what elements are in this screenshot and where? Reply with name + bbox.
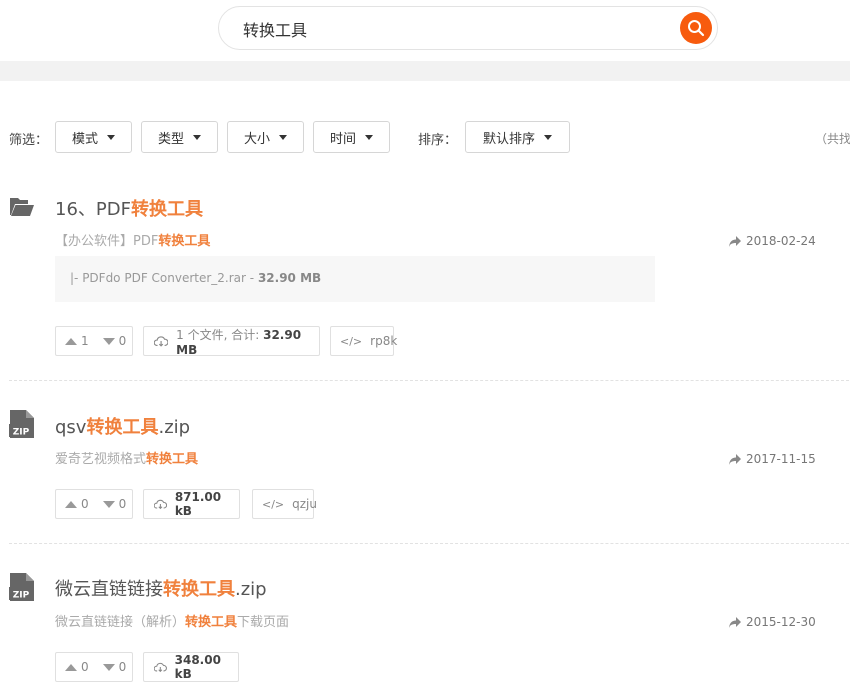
desc-text: 【办公软件】PDF <box>55 234 159 249</box>
result-title-link[interactable]: 16、PDF转换工具 <box>55 195 203 221</box>
caret-down-icon <box>193 134 201 140</box>
caret-down-icon <box>544 134 552 140</box>
vote-button[interactable]: 0 0 <box>55 652 133 682</box>
divider <box>9 380 849 381</box>
extract-code-button[interactable]: </> rp8k <box>330 326 398 356</box>
down-count: 0 <box>118 660 127 674</box>
filter-mode-dropdown[interactable]: 模式 <box>55 121 132 153</box>
search-box[interactable] <box>218 6 718 50</box>
desc-highlight: 转换工具 <box>146 452 199 467</box>
filter-time-dropdown[interactable]: 时间 <box>313 121 390 153</box>
zip-label: ZIP <box>13 591 30 601</box>
caret-down-icon <box>107 134 115 140</box>
cloud-download-icon <box>154 499 167 510</box>
thumb-down-icon <box>102 500 115 508</box>
result-title-link[interactable]: 微云直链链接转换工具.zip <box>55 575 267 601</box>
zip-label: ZIP <box>13 428 30 438</box>
cloud-download-icon <box>154 336 169 347</box>
up-count: 1 <box>81 334 89 348</box>
thumb-down-icon <box>102 663 115 671</box>
sort-dropdown[interactable]: 默认排序 <box>465 121 570 153</box>
title-highlight: 转换工具 <box>163 579 235 600</box>
divider <box>9 543 849 544</box>
filter-mode-label: 模式 <box>71 131 98 147</box>
filter-type-label: 类型 <box>157 131 184 147</box>
desc-text: 爱奇艺视频格式 <box>55 452 147 467</box>
file-count-text: 1 个文件, 合计: <box>176 327 264 342</box>
share-icon <box>729 235 741 247</box>
desc-suffix: 下载页面 <box>237 615 290 630</box>
title-highlight: 转换工具 <box>130 199 203 220</box>
header-band <box>0 61 850 81</box>
total-size: 348.00 kB <box>174 653 221 681</box>
title-text: qsv <box>55 417 87 438</box>
zip-file-icon: ZIP <box>9 410 34 438</box>
total-size: 871.00 kB <box>174 490 222 518</box>
desc-text: 微云直链链接（解析） <box>55 615 186 630</box>
download-info-button[interactable]: 871.00 kB <box>143 489 240 519</box>
filter-type-dropdown[interactable]: 类型 <box>141 121 218 153</box>
down-count: 0 <box>118 497 127 511</box>
thumb-up-icon <box>65 500 77 508</box>
search-button[interactable] <box>680 12 712 44</box>
code-icon: </> <box>262 497 285 511</box>
title-highlight: 转换工具 <box>86 417 159 438</box>
result-date: 2018-02-24 <box>729 234 816 248</box>
filter-time-label: 时间 <box>329 131 356 147</box>
title-suffix: .zip <box>235 579 267 600</box>
zip-file-icon: ZIP <box>9 573 34 601</box>
vote-button[interactable]: 0 0 <box>55 489 133 519</box>
thumb-down-icon <box>102 337 115 345</box>
desc-highlight: 转换工具 <box>158 234 211 249</box>
date-text: 2017-11-15 <box>746 452 816 466</box>
thumb-up-icon <box>65 663 77 671</box>
up-count: 0 <box>81 497 89 511</box>
top-bar <box>0 0 850 60</box>
result-title-link[interactable]: qsv转换工具.zip <box>55 413 190 439</box>
caret-down-icon <box>279 134 287 140</box>
extract-code: qzju <box>292 497 317 511</box>
share-icon <box>729 616 741 628</box>
file-list-box: |- PDFdo PDF Converter_2.rar - 32.90 MB <box>55 256 655 302</box>
down-count: 0 <box>118 334 127 348</box>
folder-icon <box>10 198 34 216</box>
date-text: 2015-12-30 <box>746 615 816 629</box>
result-date: 2017-11-15 <box>729 452 816 466</box>
date-text: 2018-02-24 <box>746 234 816 248</box>
cloud-download-icon <box>154 662 167 673</box>
download-info-button[interactable]: 1 个文件, 合计: 32.90 MB <box>143 326 320 357</box>
desc-highlight: 转换工具 <box>185 615 238 630</box>
caret-down-icon <box>365 134 373 140</box>
up-count: 0 <box>81 660 89 674</box>
file-name: |- PDFdo PDF Converter_2.rar - <box>70 271 258 285</box>
share-icon <box>729 453 741 465</box>
filter-label: 筛选： <box>9 133 49 148</box>
title-text: 16、PDF <box>55 199 131 220</box>
download-info-button[interactable]: 348.00 kB <box>143 652 239 682</box>
search-icon <box>688 20 705 37</box>
result-description: 【办公软件】PDF转换工具 <box>55 230 210 249</box>
result-description: 微云直链链接（解析）转换工具下载页面 <box>55 611 289 630</box>
sort-value: 默认排序 <box>482 131 535 147</box>
sort-label: 排序： <box>418 133 458 148</box>
code-icon: </> <box>340 334 363 348</box>
search-input[interactable] <box>243 17 663 41</box>
title-text: 微云直链链接 <box>55 579 163 600</box>
total-count: （共找 <box>815 132 850 146</box>
filter-size-dropdown[interactable]: 大小 <box>227 121 304 153</box>
result-description: 爱奇艺视频格式转换工具 <box>55 448 198 467</box>
file-size: 32.90 MB <box>257 271 322 285</box>
extract-code: rp8k <box>370 334 398 348</box>
thumb-up-icon <box>65 337 77 345</box>
result-date: 2015-12-30 <box>729 615 816 629</box>
extract-code-button[interactable]: </> qzju <box>252 489 317 519</box>
vote-button[interactable]: 1 0 <box>55 326 133 356</box>
title-suffix: .zip <box>158 417 191 438</box>
filter-size-label: 大小 <box>243 131 270 147</box>
